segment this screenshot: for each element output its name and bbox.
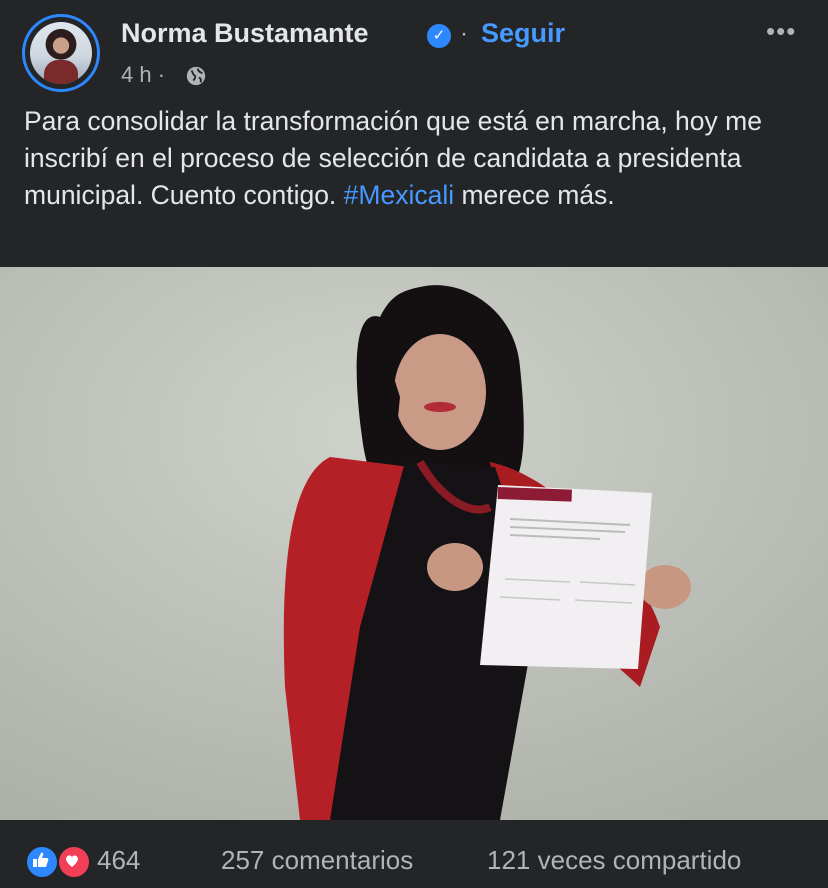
more-options-icon[interactable]: •••	[766, 16, 796, 47]
comments-count[interactable]: 257 comentarios	[221, 845, 413, 876]
separator: ·	[460, 20, 468, 47]
author-avatar[interactable]	[22, 14, 100, 92]
post-time[interactable]: 4 h ·	[121, 62, 165, 88]
globe-icon	[186, 66, 206, 86]
like-reaction-icon[interactable]	[25, 845, 59, 879]
hashtag-link[interactable]: #Mexicali	[344, 180, 454, 210]
post-text-end: merece más.	[454, 180, 615, 210]
post-header: Norma Bustamante ✓ · Seguir ••• 4 h ·	[0, 0, 828, 96]
reactions-count[interactable]: 464	[97, 845, 140, 876]
verified-badge-icon: ✓	[427, 24, 451, 48]
author-name[interactable]: Norma Bustamante	[121, 18, 369, 49]
post-photo[interactable]	[0, 267, 828, 820]
thumbs-up-icon	[33, 852, 49, 867]
photo-illustration	[0, 267, 828, 820]
follow-button[interactable]: Seguir	[481, 18, 565, 49]
avatar-image	[30, 22, 92, 84]
heart-icon	[66, 855, 78, 867]
love-reaction-icon[interactable]	[57, 845, 91, 879]
shares-count[interactable]: 121 veces compartido	[487, 845, 741, 876]
avatar-body	[44, 60, 78, 84]
post-text: Para consolidar la transformación que es…	[24, 103, 814, 214]
